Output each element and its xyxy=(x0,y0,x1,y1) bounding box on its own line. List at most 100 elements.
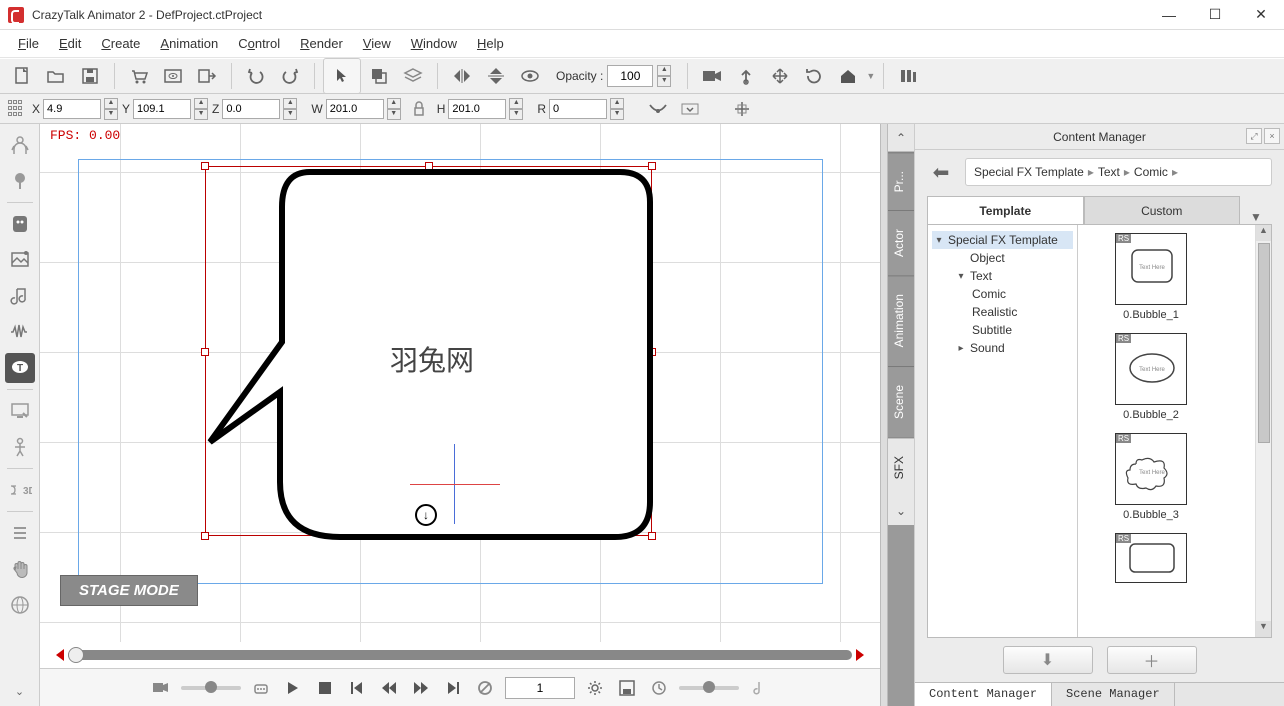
camera-icon[interactable] xyxy=(696,61,728,91)
grid-snap-icon[interactable] xyxy=(6,98,28,120)
z-input[interactable] xyxy=(222,99,280,119)
thumb-bubble-3[interactable]: RS Text Here 0.Bubble_3 xyxy=(1086,433,1216,521)
tree-sound[interactable]: ▸Sound xyxy=(932,339,1073,357)
redo-icon[interactable] xyxy=(274,61,306,91)
loop-icon[interactable] xyxy=(473,676,497,700)
pivot-icon[interactable] xyxy=(415,504,437,526)
side-tab-down-icon[interactable]: ⌄ xyxy=(888,497,914,525)
panel-close-icon[interactable]: × xyxy=(1264,128,1280,144)
note-icon[interactable] xyxy=(747,676,771,700)
tab-template[interactable]: Template xyxy=(927,196,1084,224)
tree-comic[interactable]: Comic xyxy=(932,285,1073,303)
vtab-animation[interactable]: Animation xyxy=(888,275,914,365)
music-icon[interactable] xyxy=(5,281,35,311)
hand-icon[interactable] xyxy=(5,554,35,584)
pointer-icon[interactable] xyxy=(326,61,358,91)
3d-icon[interactable]: 3D xyxy=(5,475,35,505)
menu-file[interactable]: File xyxy=(10,32,47,55)
zoom-slider[interactable] xyxy=(181,686,241,690)
save-icon[interactable] xyxy=(74,61,106,91)
flip-h-icon[interactable] xyxy=(446,61,478,91)
export-icon[interactable] xyxy=(191,61,223,91)
align-icon[interactable] xyxy=(728,96,756,122)
frame-input[interactable] xyxy=(505,677,575,699)
vtab-sfx[interactable]: SFX xyxy=(888,437,914,497)
scroll-right-icon[interactable] xyxy=(856,649,864,661)
bottom-tab-content-manager[interactable]: Content Manager xyxy=(915,683,1052,706)
menu-control[interactable]: Control xyxy=(230,32,288,55)
h-down[interactable]: ▼ xyxy=(509,109,523,120)
face-icon[interactable] xyxy=(5,209,35,239)
layers-icon[interactable] xyxy=(397,61,429,91)
thumb-bubble-4[interactable]: RS xyxy=(1086,533,1216,583)
undo-icon[interactable] xyxy=(240,61,272,91)
lock-aspect-icon[interactable] xyxy=(405,96,433,122)
thumbs-scrollbar[interactable]: ▲ ▼ xyxy=(1255,225,1271,637)
camera-record-icon[interactable] xyxy=(149,676,173,700)
list-icon[interactable] xyxy=(5,518,35,548)
rotate-icon[interactable] xyxy=(798,61,830,91)
bars-icon[interactable] xyxy=(892,61,924,91)
opacity-up[interactable]: ▲ xyxy=(657,65,671,76)
marker-icon[interactable] xyxy=(249,676,273,700)
tab-menu-icon[interactable]: ▼ xyxy=(1240,210,1272,224)
eye-box-icon[interactable] xyxy=(157,61,189,91)
text-bubble-icon[interactable]: T xyxy=(5,353,35,383)
side-tab-up-icon[interactable]: ⌃ xyxy=(888,124,914,152)
stage-scrollbar[interactable] xyxy=(40,642,880,668)
opacity-input[interactable] xyxy=(607,65,653,87)
w-down[interactable]: ▼ xyxy=(387,109,401,120)
gear-icon[interactable] xyxy=(583,676,607,700)
audio-wave-icon[interactable] xyxy=(5,317,35,347)
y-down[interactable]: ▼ xyxy=(194,109,208,120)
expand-down-icon[interactable]: ⌄ xyxy=(5,676,35,706)
thumb-bubble-1[interactable]: RS Text Here 0.Bubble_1 xyxy=(1086,233,1216,321)
play-icon[interactable] xyxy=(281,676,305,700)
actor-icon[interactable] xyxy=(5,130,35,160)
vertical-splitter[interactable] xyxy=(880,124,888,706)
menu-edit[interactable]: Edit xyxy=(51,32,89,55)
tree-object[interactable]: Object xyxy=(932,249,1073,267)
thumb-bubble-2[interactable]: RS Text Here 0.Bubble_2 xyxy=(1086,333,1216,421)
canvas[interactable]: FPS: 0.00 羽兔网 STAGE MODE xyxy=(40,124,880,642)
menu-animation[interactable]: Animation xyxy=(152,32,226,55)
anchor-up-icon[interactable] xyxy=(730,61,762,91)
curve-down-icon[interactable] xyxy=(644,96,672,122)
body-icon[interactable] xyxy=(5,432,35,462)
open-folder-icon[interactable] xyxy=(40,61,72,91)
visibility-icon[interactable] xyxy=(514,61,546,91)
breadcrumb[interactable]: Special FX Template▸ Text▸ Comic▸ xyxy=(965,158,1272,186)
menu-render[interactable]: Render xyxy=(292,32,351,55)
picture-icon[interactable] xyxy=(5,245,35,275)
y-input[interactable] xyxy=(133,99,191,119)
minimize-button[interactable]: — xyxy=(1146,0,1192,30)
tab-custom[interactable]: Custom xyxy=(1084,196,1241,224)
vtab-project[interactable]: Pr... xyxy=(888,152,914,210)
bottom-tab-scene-manager[interactable]: Scene Manager xyxy=(1052,683,1175,706)
menu-create[interactable]: Create xyxy=(93,32,148,55)
prev-icon[interactable] xyxy=(377,676,401,700)
w-up[interactable]: ▲ xyxy=(387,98,401,109)
save-tl-icon[interactable] xyxy=(615,676,639,700)
h-up[interactable]: ▲ xyxy=(509,98,523,109)
tree-subtitle[interactable]: Subtitle xyxy=(932,321,1073,339)
w-input[interactable] xyxy=(326,99,384,119)
dropdown-icon[interactable] xyxy=(676,96,704,122)
globe-icon[interactable] xyxy=(5,590,35,620)
copy-icon[interactable] xyxy=(363,61,395,91)
next-icon[interactable] xyxy=(409,676,433,700)
stop-icon[interactable] xyxy=(313,676,337,700)
close-button[interactable]: ✕ xyxy=(1238,0,1284,30)
move-icon[interactable] xyxy=(764,61,796,91)
r-input[interactable] xyxy=(549,99,607,119)
r-up[interactable]: ▲ xyxy=(610,98,624,109)
tree-text[interactable]: ▾Text xyxy=(932,267,1073,285)
z-up[interactable]: ▲ xyxy=(283,98,297,109)
x-down[interactable]: ▼ xyxy=(104,109,118,120)
back-icon[interactable]: ⬅ xyxy=(927,158,955,186)
tree-root[interactable]: ▾Special FX Template xyxy=(932,231,1073,249)
menu-view[interactable]: View xyxy=(355,32,399,55)
tree-icon[interactable] xyxy=(5,166,35,196)
flip-v-icon[interactable] xyxy=(480,61,512,91)
h-input[interactable] xyxy=(448,99,506,119)
